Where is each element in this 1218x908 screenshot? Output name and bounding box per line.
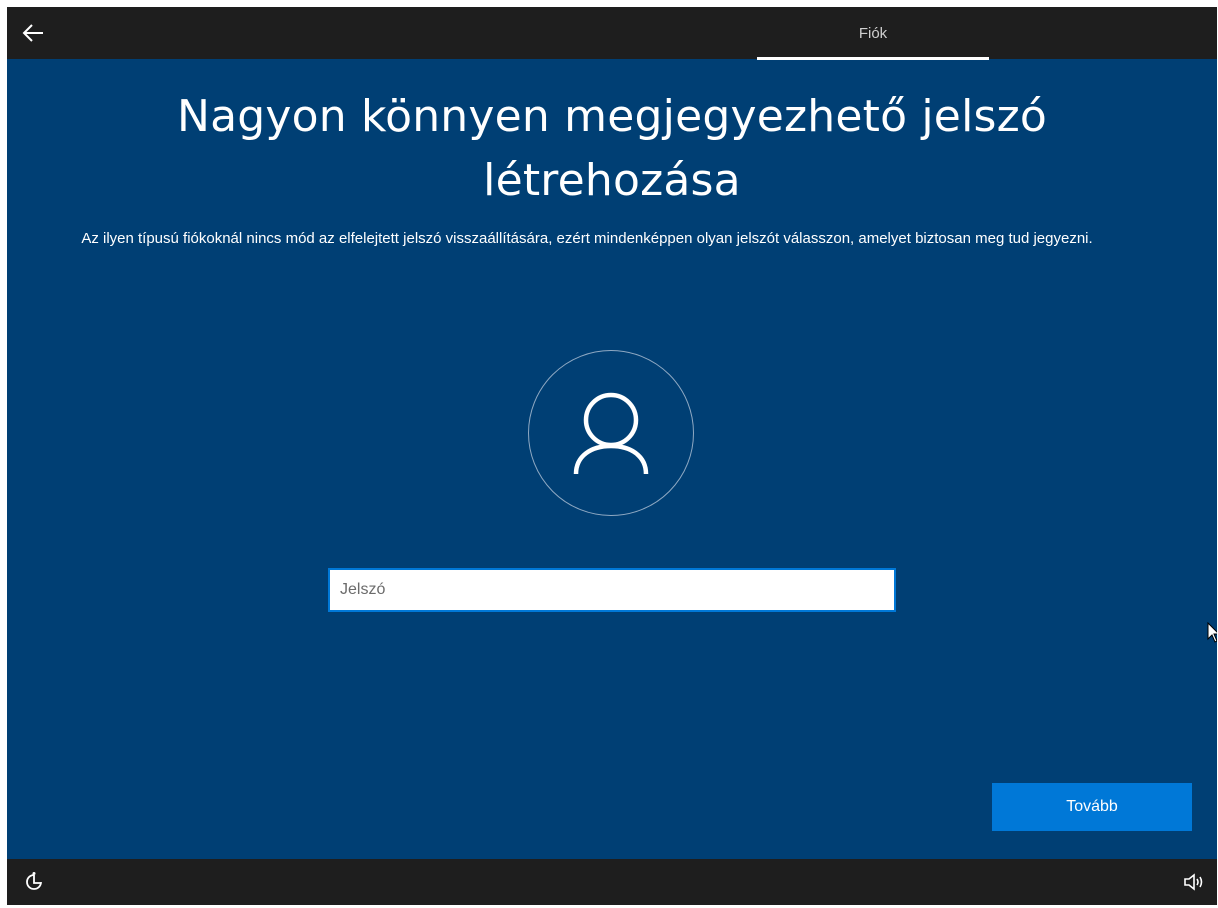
next-button[interactable]: Tovább [992, 783, 1192, 831]
page-subtitle: Az ilyen típusú fiókoknál nincs mód az e… [81, 230, 1093, 247]
back-arrow-icon [22, 24, 43, 42]
ease-of-access-button[interactable] [21, 869, 47, 895]
ease-of-access-icon [26, 872, 42, 890]
tab-active-indicator [757, 57, 989, 60]
mouse-pointer-icon [1207, 622, 1217, 643]
tab-account[interactable]: Fiók [757, 7, 989, 59]
user-icon [573, 392, 649, 475]
password-field[interactable] [328, 568, 896, 612]
top-bar: Fiók [7, 7, 1217, 60]
bottom-bar [7, 859, 1217, 905]
back-button[interactable] [13, 13, 53, 53]
page-title: Nagyon könnyen megjegyezhető jelszó létr… [176, 91, 1048, 206]
tab-account-label: Fiók [858, 24, 888, 42]
avatar [528, 350, 694, 516]
volume-button[interactable] [1181, 869, 1207, 895]
oobe-window: Fiók Nagyon könnyen megjegyezhető jelszó… [7, 7, 1217, 905]
volume-icon [1184, 873, 1203, 891]
